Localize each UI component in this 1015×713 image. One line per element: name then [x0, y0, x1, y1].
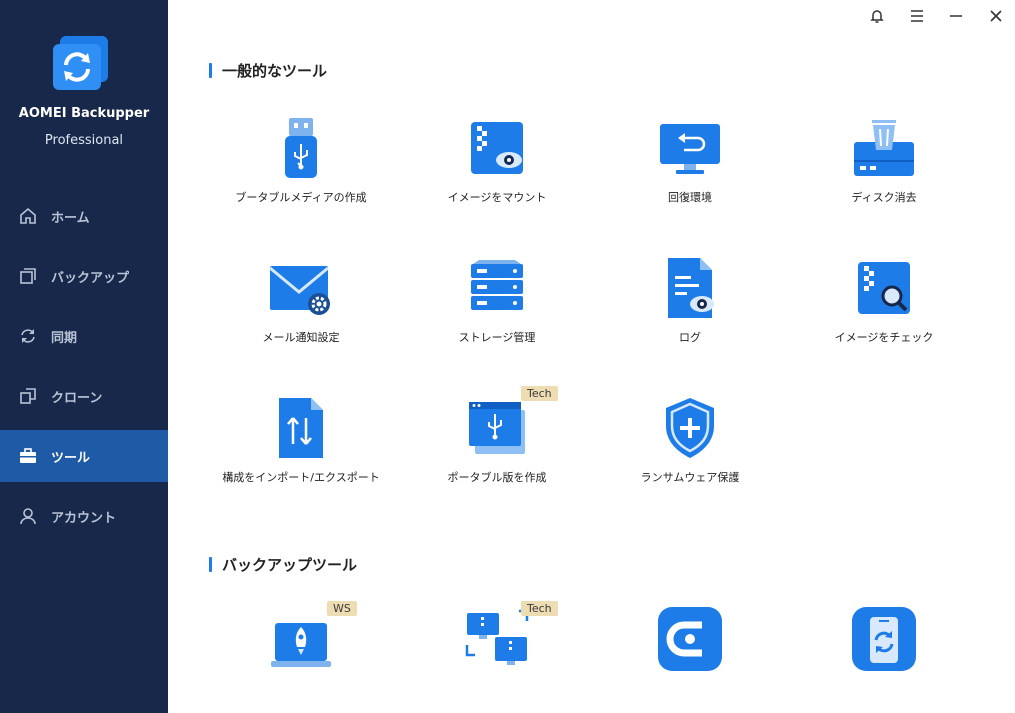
- tool-laptop-deploy[interactable]: [206, 606, 396, 678]
- tool-network-image[interactable]: [402, 606, 592, 678]
- tool-ransomware-label: ランサムウェア保護: [640, 471, 740, 484]
- shield-icon: [657, 395, 723, 461]
- import-export-icon: [268, 395, 334, 461]
- close-icon[interactable]: [986, 6, 1006, 26]
- nav-clone[interactable]: クローン: [0, 370, 168, 422]
- email-settings-icon: [268, 255, 334, 321]
- backup-icon: [18, 266, 38, 286]
- sidebar: AOMEI Backupper Professional ホーム バックアップ …: [0, 0, 168, 713]
- cbackup-icon: [657, 606, 723, 672]
- section-general-title: 一般的なツール: [209, 60, 327, 81]
- tool-ransomware[interactable]: ランサムウェア保護: [595, 395, 785, 515]
- image-check-icon: [851, 255, 917, 321]
- nav-sync-label: 同期: [51, 330, 78, 346]
- tool-cbackup[interactable]: [595, 606, 785, 678]
- recovery-monitor-icon: [657, 115, 723, 181]
- nav-account[interactable]: アカウント: [0, 490, 168, 542]
- app-edition: Professional: [44, 133, 124, 148]
- menu-icon[interactable]: [907, 6, 927, 26]
- log-document-icon: [657, 255, 723, 321]
- nav-clone-label: クローン: [51, 390, 103, 406]
- tool-log-label: ログ: [679, 331, 701, 344]
- tool-disk-wipe[interactable]: ディスク消去: [789, 115, 979, 235]
- tool-log[interactable]: ログ: [595, 255, 785, 375]
- tool-storage-mgmt[interactable]: ストレージ管理: [402, 255, 592, 375]
- tool-import-export[interactable]: 構成をインポート/エクスポート: [206, 395, 396, 515]
- tool-check-image-label: イメージをチェック: [834, 331, 934, 344]
- tool-mobile-backup[interactable]: [789, 606, 979, 678]
- nav-tools[interactable]: ツール: [0, 430, 168, 482]
- section-backup-title: バックアップツール: [209, 554, 357, 575]
- tools-icon: [18, 446, 38, 466]
- nav-home-label: ホーム: [51, 210, 90, 226]
- tool-mount-image-label: イメージをマウント: [447, 191, 547, 204]
- ws-badge: WS: [327, 601, 357, 616]
- mobile-backup-icon: [851, 606, 917, 672]
- app-name: AOMEI Backupper: [18, 106, 150, 121]
- tool-disk-wipe-label: ディスク消去: [851, 191, 917, 204]
- laptop-rocket-icon: [268, 606, 334, 672]
- nav-sync[interactable]: 同期: [0, 310, 168, 362]
- nav-backup-label: バックアップ: [51, 270, 130, 286]
- tool-bootable-media[interactable]: ブータブルメディアの作成: [206, 115, 396, 235]
- tool-portable-label: ポータブル版を作成: [447, 471, 547, 484]
- tool-check-image[interactable]: イメージをチェック: [789, 255, 979, 375]
- account-icon: [18, 506, 38, 526]
- tool-bootable-media-label: ブータブルメディアの作成: [235, 191, 367, 204]
- nav-account-label: アカウント: [51, 510, 117, 526]
- tool-import-export-label: 構成をインポート/エクスポート: [222, 471, 380, 484]
- tool-mount-image[interactable]: イメージをマウント: [402, 115, 592, 235]
- tool-email-settings[interactable]: メール通知設定: [206, 255, 396, 375]
- bell-icon[interactable]: [867, 6, 887, 26]
- tool-storage-mgmt-label: ストレージ管理: [458, 331, 536, 344]
- nav-tools-label: ツール: [51, 450, 91, 466]
- section-marker: [209, 63, 212, 78]
- storage-server-icon: [464, 255, 530, 321]
- minimize-icon[interactable]: [946, 6, 966, 26]
- section-marker: [209, 557, 212, 572]
- nav-home[interactable]: ホーム: [0, 190, 168, 242]
- disk-wipe-icon: [851, 115, 917, 181]
- portable-version-icon: [464, 395, 530, 461]
- tool-recovery-env-label: 回復環境: [668, 191, 712, 204]
- tool-recovery-env[interactable]: 回復環境: [595, 115, 785, 235]
- home-icon: [18, 206, 38, 226]
- image-mount-icon: [464, 115, 530, 181]
- sync-icon: [18, 326, 38, 346]
- app-logo-icon: [52, 34, 110, 92]
- nav-backup[interactable]: バックアップ: [0, 250, 168, 302]
- tool-portable[interactable]: ポータブル版を作成: [402, 395, 592, 515]
- tech-badge: Tech: [521, 386, 558, 401]
- tech-badge: Tech: [521, 601, 558, 616]
- tool-email-settings-label: メール通知設定: [262, 331, 340, 344]
- section-general-label: 一般的なツール: [222, 62, 328, 80]
- section-backup-label: バックアップツール: [222, 556, 358, 574]
- usb-drive-icon: [268, 115, 334, 181]
- clone-icon: [18, 386, 38, 406]
- network-image-icon: [464, 606, 530, 672]
